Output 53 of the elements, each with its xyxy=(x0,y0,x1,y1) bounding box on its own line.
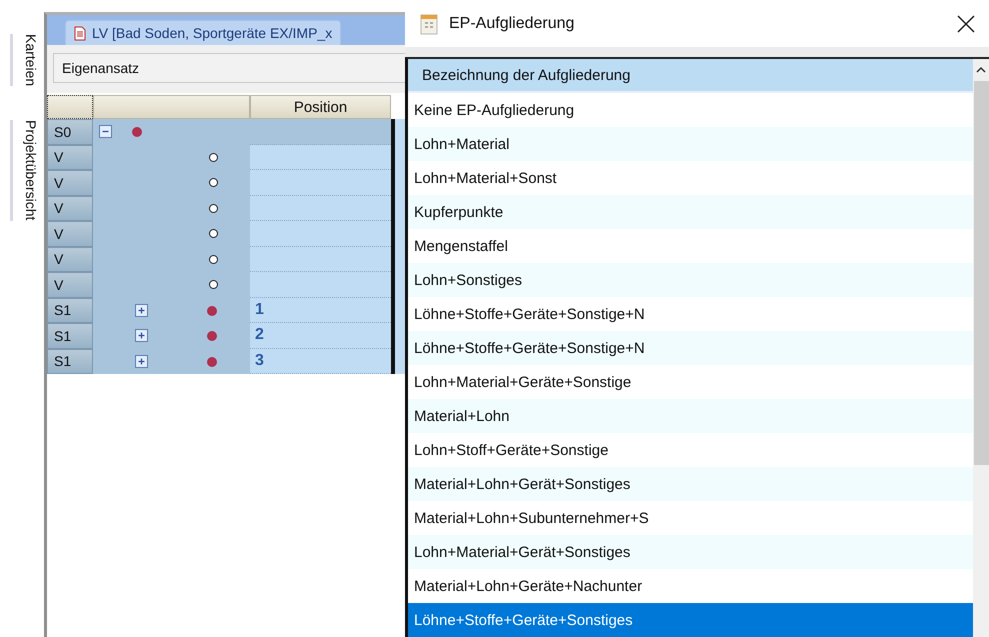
row-header[interactable]: S1 xyxy=(47,323,93,348)
collapse-icon[interactable] xyxy=(99,125,112,138)
row-header[interactable]: S0 xyxy=(47,119,93,144)
list-item[interactable]: Lohn+Material xyxy=(408,127,973,161)
expand-icon[interactable] xyxy=(135,329,148,342)
circle-icon xyxy=(209,254,218,264)
position-cell: 3 xyxy=(250,348,391,374)
dot-icon xyxy=(207,331,217,341)
scrollbar[interactable] xyxy=(973,59,989,637)
dialog-title: EP-Aufgliederung xyxy=(449,14,576,32)
position-cell: 2 xyxy=(250,323,391,348)
list-item[interactable]: Lohn+Sonstiges xyxy=(408,263,973,297)
header-cell xyxy=(47,95,93,119)
row-header[interactable]: V xyxy=(47,144,93,170)
document-icon xyxy=(74,26,86,40)
list-header[interactable]: Bezeichnung der Aufgliederung xyxy=(408,59,973,93)
circle-icon xyxy=(209,204,218,212)
list-item[interactable]: Kupferpunkte xyxy=(408,195,973,229)
scrollbar-thumb[interactable] xyxy=(974,81,988,465)
expand-icon[interactable] xyxy=(135,354,148,368)
list-item[interactable]: Lohn+Stoff+Geräte+Sonstige xyxy=(408,433,973,467)
row-header[interactable]: V xyxy=(47,196,93,221)
circle-icon xyxy=(209,280,218,289)
list-item[interactable]: Lohn+Material+Gerät+Sonstiges xyxy=(408,535,973,569)
list-item[interactable]: Mengenstaffel xyxy=(408,229,973,263)
row-header[interactable]: V xyxy=(47,221,93,246)
list-item[interactable]: Material+Lohn+Subunternehmer+S xyxy=(408,501,973,535)
form-icon xyxy=(419,12,439,34)
row-header[interactable]: S1 xyxy=(47,298,93,323)
circle-icon xyxy=(209,229,218,238)
list-item[interactable]: Material+Lohn+Gerät+Sonstiges xyxy=(408,467,973,501)
dot-icon xyxy=(132,127,142,137)
list-item[interactable]: Lohn+Material+Geräte+Sonstige xyxy=(408,365,973,399)
circle-icon xyxy=(209,152,218,162)
document-tab[interactable]: LV [Bad Soden, Sportgeräte EX/IMP_x xyxy=(65,20,342,45)
list-item[interactable]: Material+Lohn+Geräte+Nachunter xyxy=(408,569,973,603)
list-item[interactable]: Material+Lohn xyxy=(408,399,973,433)
close-icon[interactable] xyxy=(955,12,977,34)
row-header[interactable]: V xyxy=(47,272,93,298)
circle-icon xyxy=(209,178,218,187)
list-item[interactable]: Löhne+Stoffe+Geräte+Sonstiges xyxy=(408,603,973,637)
list-item[interactable]: Lohn+Material+Sonst xyxy=(408,161,973,195)
list-item[interactable]: Keine EP-Aufgliederung xyxy=(408,93,973,127)
row-header[interactable]: S1 xyxy=(47,348,93,374)
row-header[interactable]: V xyxy=(47,170,93,196)
list-item[interactable]: Löhne+Stoffe+Geräte+Sonstige+N xyxy=(408,331,973,365)
list-item[interactable]: Löhne+Stoffe+Geräte+Sonstige+N xyxy=(408,297,973,331)
dot-icon xyxy=(207,356,217,366)
dot-icon xyxy=(207,306,217,316)
column-header[interactable]: Position xyxy=(250,95,391,119)
position-cell: 1 xyxy=(250,298,391,323)
expand-icon[interactable] xyxy=(135,304,148,316)
row-header[interactable]: V xyxy=(47,246,93,272)
